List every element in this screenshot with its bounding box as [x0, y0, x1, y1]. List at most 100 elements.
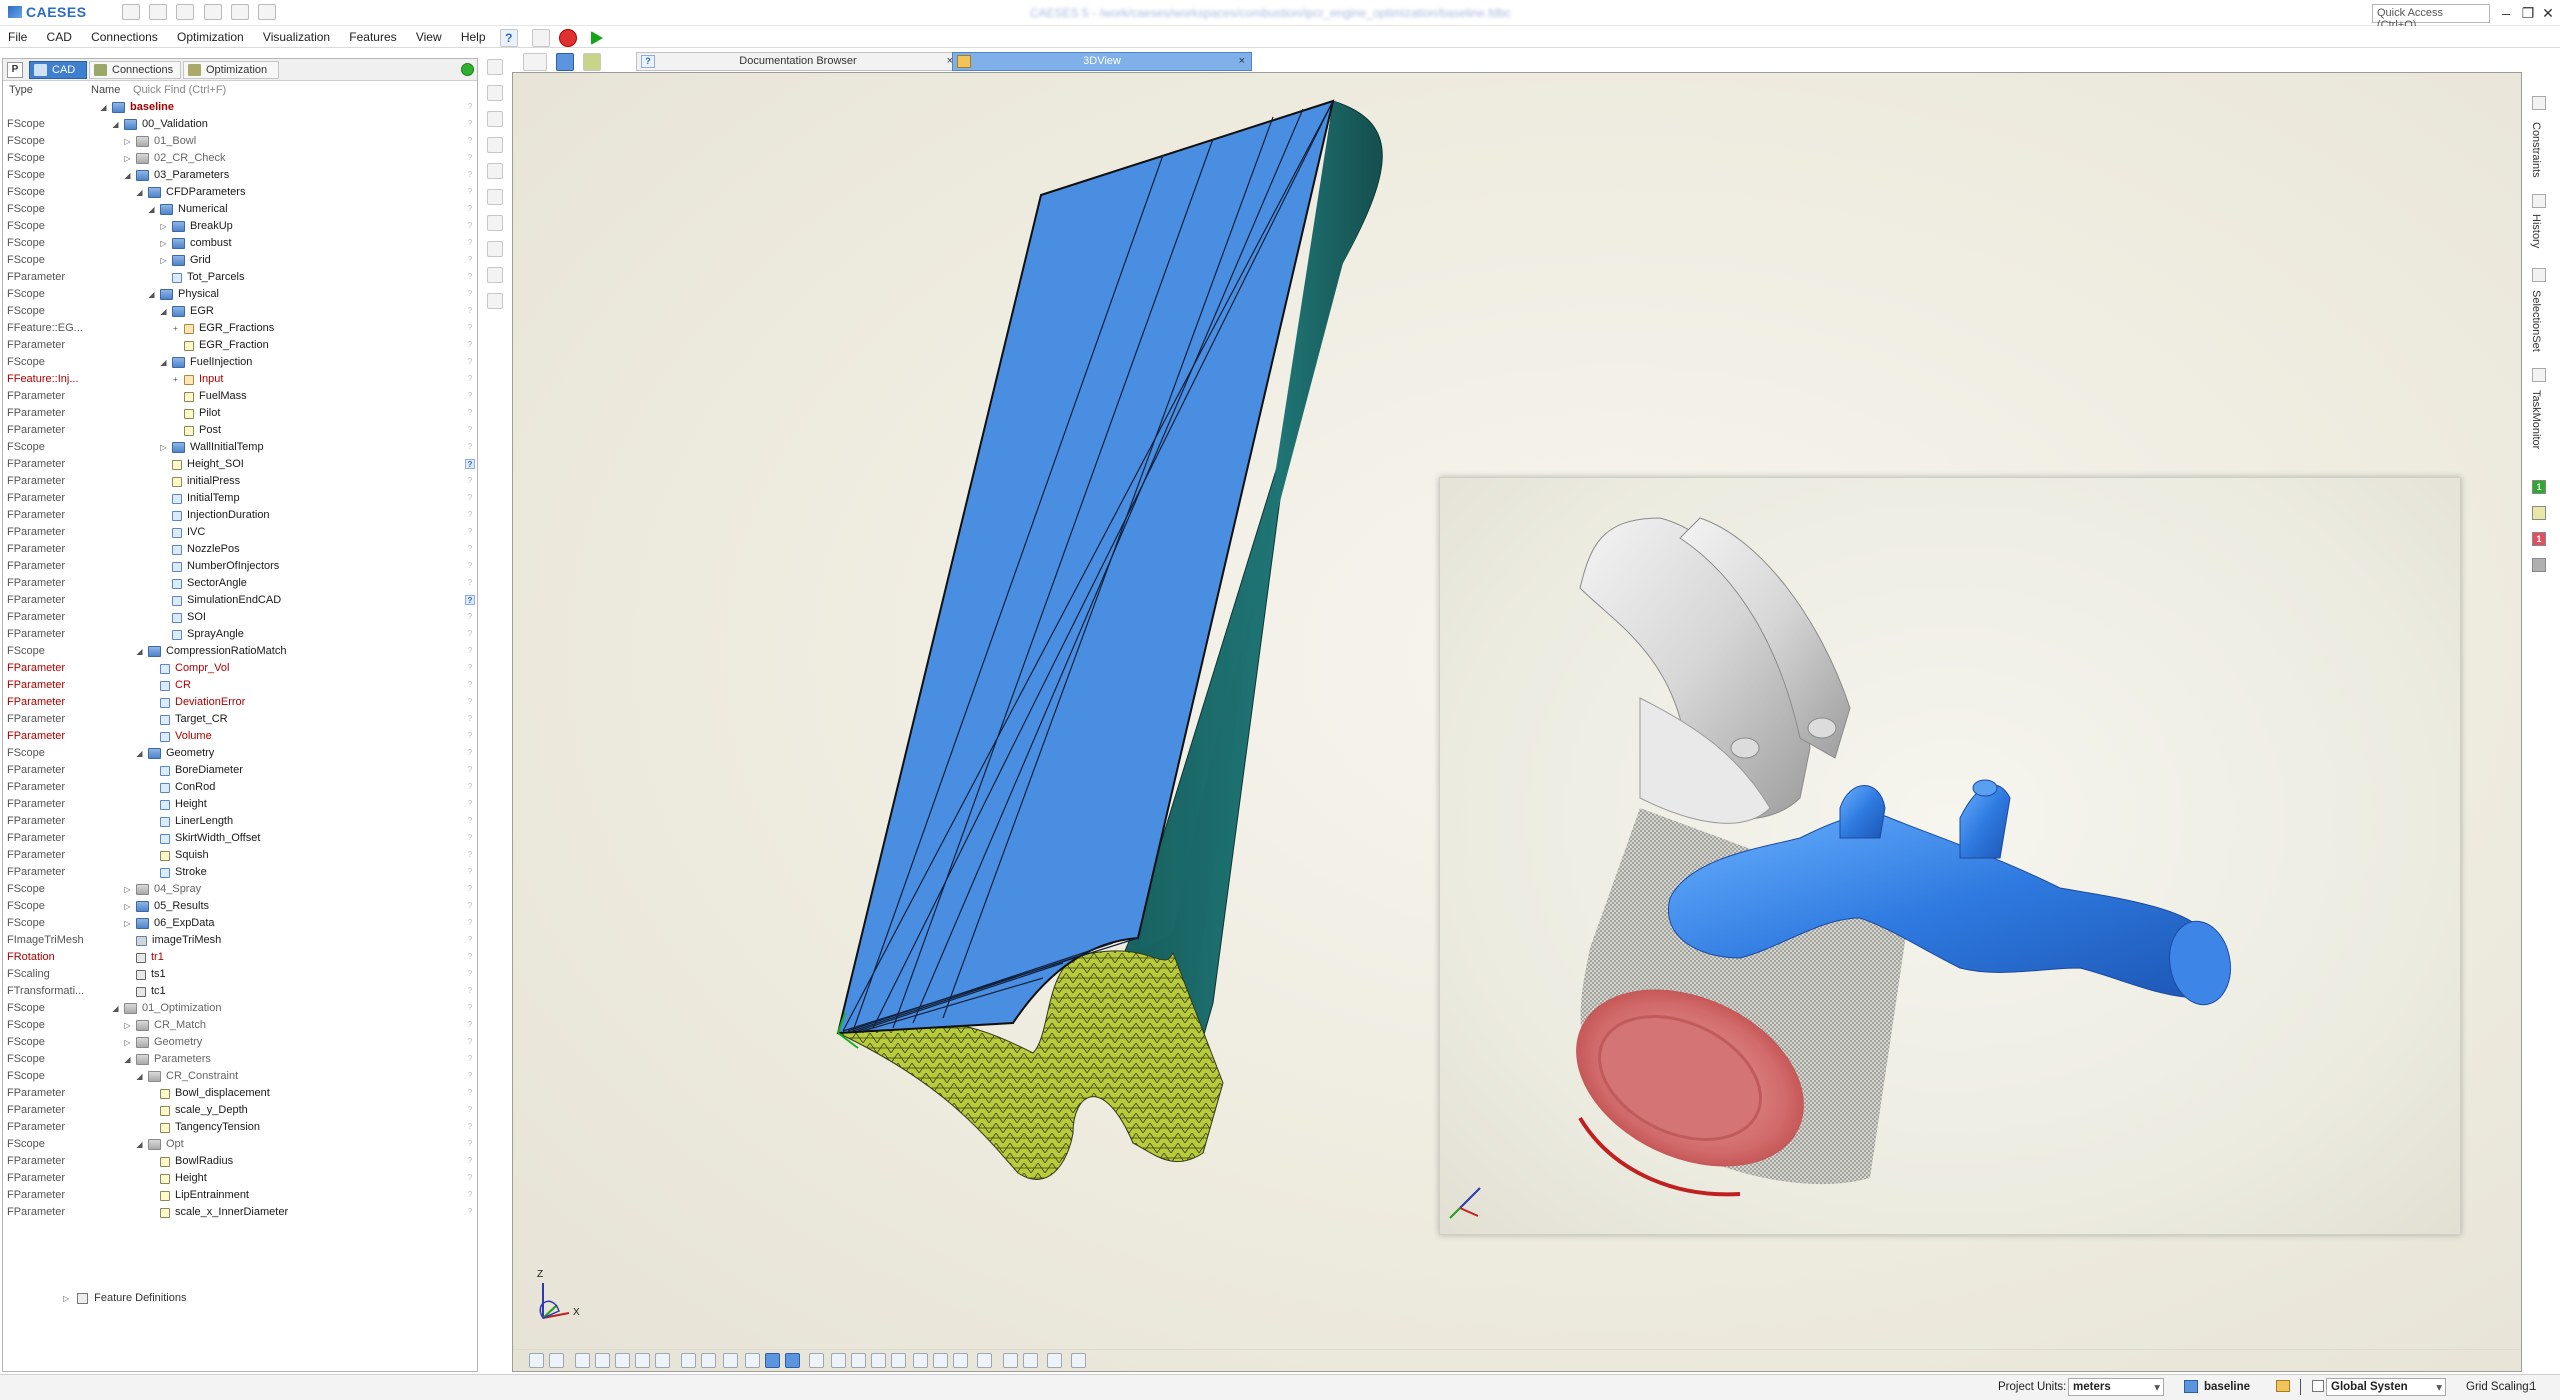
tree-node[interactable]: Pilot — [171, 405, 220, 422]
quick-access-input[interactable]: Quick Access (Ctrl+Q) — [2372, 4, 2490, 31]
badge-green[interactable]: 1 — [2532, 480, 2546, 494]
help-icon[interactable]: ? — [465, 289, 475, 299]
tree-row[interactable]: FScope ▷ 06_ExpData? — [3, 915, 477, 932]
menu-help[interactable]: Help — [453, 26, 494, 44]
tree-row[interactable]: FParameter Pilot? — [3, 405, 477, 422]
help-icon[interactable]: ? — [465, 102, 475, 112]
tree-row[interactable]: FParameter initialPress? — [3, 473, 477, 490]
expand-toggle-icon[interactable]: ◢ — [135, 749, 144, 758]
tree-node[interactable]: ◢ baseline — [99, 99, 174, 116]
tree-node[interactable]: ◢ Opt — [135, 1136, 184, 1153]
expand-toggle-icon[interactable]: ▷ — [159, 256, 168, 265]
tree-node[interactable]: ◢ 00_Validation — [111, 116, 208, 133]
curve-icon[interactable] — [487, 137, 503, 153]
cube-view-icon[interactable] — [723, 1353, 738, 1368]
help-icon[interactable]: ? — [465, 986, 475, 996]
tree-node[interactable]: ◢ EGR — [159, 303, 214, 320]
expand-toggle-icon[interactable]: ▷ — [159, 443, 168, 452]
select-icon[interactable] — [765, 1353, 780, 1368]
help-icon[interactable]: ? — [465, 629, 475, 639]
tree-row[interactable]: FParameter DeviationError? — [3, 694, 477, 711]
tree-row[interactable]: FParameter InjectionDuration? — [3, 507, 477, 524]
expand-toggle-icon[interactable] — [159, 273, 168, 282]
fit-view-icon[interactable] — [529, 1353, 544, 1368]
help-icon[interactable]: ? — [465, 425, 475, 435]
expand-toggle-icon[interactable] — [159, 613, 168, 622]
parameter-icon[interactable] — [487, 85, 503, 101]
tree-node[interactable]: FuelMass — [171, 388, 247, 405]
tree-row[interactable]: FScope ▷ 05_Results? — [3, 898, 477, 915]
edge-filter-icon[interactable] — [655, 1353, 670, 1368]
expand-toggle-icon[interactable]: ◢ — [135, 1140, 144, 1149]
tab-connections[interactable]: Connections — [89, 61, 181, 79]
tree-node[interactable]: Stroke — [147, 864, 207, 881]
tree-node[interactable]: SimulationEndCAD — [159, 592, 281, 609]
expand-toggle-icon[interactable] — [147, 1191, 156, 1200]
help-icon[interactable]: ? — [465, 612, 475, 622]
help-icon[interactable]: ? — [465, 697, 475, 707]
copy-icon[interactable] — [531, 28, 550, 47]
help-icon[interactable]: ? — [465, 646, 475, 656]
tree-row[interactable]: FParameter scale_x_InnerDiameter? — [3, 1204, 477, 1221]
help-icon[interactable]: ? — [465, 935, 475, 945]
tree-row[interactable]: FScope ◢ 03_Parameters? — [3, 167, 477, 184]
tree-node[interactable]: Bowl_displacement — [147, 1085, 270, 1102]
tree-node[interactable]: IVC — [159, 524, 205, 541]
tree-row[interactable]: FParameter Squish? — [3, 847, 477, 864]
tree-row[interactable]: FScope ◢ Geometry? — [3, 745, 477, 762]
tab-documentation-browser[interactable]: ? Documentation Browser × — [636, 52, 960, 71]
tree-row[interactable]: FFeature::Inj... + Input? — [3, 371, 477, 388]
shading-icon[interactable] — [745, 1353, 760, 1368]
tree-row[interactable]: FParameter ConRod? — [3, 779, 477, 796]
help-icon[interactable]: ? — [465, 357, 475, 367]
tree-node[interactable]: InitialTemp — [159, 490, 240, 507]
point-icon[interactable] — [487, 111, 503, 127]
tree-row[interactable]: FParameter NozzlePos? — [3, 541, 477, 558]
help-icon[interactable]: ? — [499, 28, 518, 47]
help-icon[interactable]: ? — [465, 1173, 475, 1183]
tree-row[interactable]: FScope ◢ 01_Optimization? — [3, 1000, 477, 1017]
share-icon[interactable] — [1023, 1353, 1038, 1368]
tree-node[interactable]: BowlRadius — [147, 1153, 233, 1170]
tree-node[interactable]: ▷ 05_Results — [123, 898, 209, 915]
stop-icon[interactable] — [559, 28, 578, 47]
expand-toggle-icon[interactable]: ▷ — [123, 885, 132, 894]
tree-node[interactable]: ◢ Numerical — [147, 201, 228, 218]
tree-row[interactable]: FParameter LipEntrainment? — [3, 1187, 477, 1204]
tree-node[interactable]: LinerLength — [147, 813, 233, 830]
expand-toggle-icon[interactable] — [147, 1157, 156, 1166]
tree-node[interactable]: ◢ 01_Optimization — [111, 1000, 222, 1017]
tree-node[interactable]: tr1 — [123, 949, 164, 966]
help-icon[interactable]: ? — [465, 884, 475, 894]
tree-row[interactable]: FScaling ts1? — [3, 966, 477, 983]
help-icon[interactable]: ? — [465, 170, 475, 180]
help-icon[interactable]: ? — [465, 221, 475, 231]
tree-node[interactable]: Volume — [147, 728, 212, 745]
tree-node[interactable]: Height — [147, 1170, 207, 1187]
tree-row[interactable]: FParameter Bowl_displacement? — [3, 1085, 477, 1102]
3d-viewport[interactable]: Z X — [512, 72, 2522, 1372]
help-icon[interactable]: ? — [465, 323, 475, 333]
search-icon[interactable] — [1071, 1353, 1086, 1368]
view-y-icon[interactable] — [871, 1353, 886, 1368]
tree-node[interactable]: SectorAngle — [159, 575, 247, 592]
tree-row[interactable]: FScope ◢ CR_Constraint? — [3, 1068, 477, 1085]
expand-toggle-icon[interactable]: ◢ — [147, 290, 156, 299]
tree-row[interactable]: FParameter SprayAngle? — [3, 626, 477, 643]
expand-toggle-icon[interactable]: ◢ — [99, 103, 108, 112]
expand-toggle-icon[interactable] — [147, 817, 156, 826]
tree-node[interactable]: NumberOfInjectors — [159, 558, 279, 575]
expand-toggle-icon[interactable] — [123, 987, 132, 996]
tree-node[interactable]: BoreDiameter — [147, 762, 243, 779]
expand-toggle-icon[interactable]: ▷ — [123, 902, 132, 911]
tree-row[interactable]: FScope ◢ Parameters? — [3, 1051, 477, 1068]
tree-node[interactable]: ▷ combust — [159, 235, 232, 252]
tree-node[interactable]: InjectionDuration — [159, 507, 270, 524]
expand-toggle-icon[interactable] — [159, 511, 168, 520]
help-icon[interactable]: ? — [465, 476, 475, 486]
expand-toggle-icon[interactable] — [159, 596, 168, 605]
tree-row[interactable]: FParameter CR? — [3, 677, 477, 694]
split-view-icon[interactable] — [681, 1353, 696, 1368]
tree-row[interactable]: FScope ◢ FuelInjection? — [3, 354, 477, 371]
menu-features[interactable]: Features — [341, 26, 404, 44]
